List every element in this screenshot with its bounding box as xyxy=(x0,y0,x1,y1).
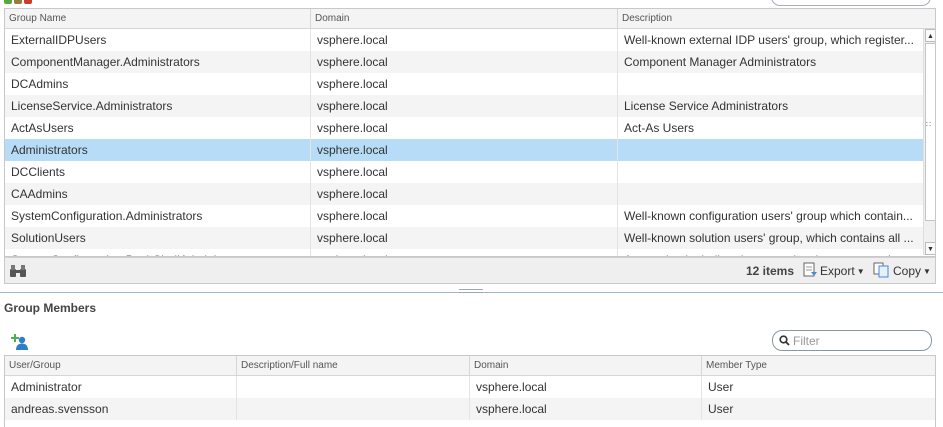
group-domain-cell: vsphere.local xyxy=(311,227,618,249)
toolbar-icons xyxy=(4,0,32,4)
member-description-cell xyxy=(237,376,470,398)
export-button[interactable]: Export ▼ xyxy=(802,262,865,280)
copy-button[interactable]: Copy ▼ xyxy=(873,262,931,280)
table-row[interactable]: ActAsUsers vsphere.local Act-As Users xyxy=(5,117,923,139)
items-count: 12 items xyxy=(746,264,795,278)
column-header-member-domain[interactable]: Domain xyxy=(470,356,702,376)
splitter-handle[interactable] xyxy=(459,289,483,293)
members-grid-body: Administrator vsphere.local User andreas.sv… xyxy=(5,376,935,420)
scroll-up-arrow-icon[interactable]: ▲ xyxy=(925,29,935,42)
group-description-cell xyxy=(618,161,923,183)
scroll-down-arrow-icon[interactable]: ▼ xyxy=(925,242,935,255)
edit-group-icon[interactable] xyxy=(14,0,22,4)
group-name-cell: SystemConfiguration.Administrators xyxy=(5,205,311,227)
group-name-cell: LicenseService.Administrators xyxy=(5,95,311,117)
group-description-cell xyxy=(618,139,923,161)
table-row[interactable]: CAAdmins vsphere.local xyxy=(5,183,923,205)
group-domain-cell: vsphere.local xyxy=(311,95,618,117)
scroll-grip-icon: ∷ xyxy=(926,120,932,129)
members-filter-input[interactable] xyxy=(793,333,925,348)
column-header-domain[interactable]: Domain xyxy=(311,9,618,29)
members-grid: User/Group Description/Full name Domain … xyxy=(4,355,936,427)
copy-icon xyxy=(873,262,889,278)
copy-label: Copy xyxy=(893,264,922,278)
add-member-icon[interactable] xyxy=(10,333,30,351)
export-chevron-down-icon: ▼ xyxy=(856,267,865,276)
group-domain-cell: vsphere.local xyxy=(311,73,618,95)
column-header-member-type[interactable]: Member Type xyxy=(702,356,935,376)
column-header-group-name[interactable]: Group Name xyxy=(5,9,311,29)
group-domain-cell: vsphere.local xyxy=(311,51,618,73)
table-row[interactable]: andreas.svensson vsphere.local User xyxy=(5,398,935,420)
group-name-cell: ExternalIDPUsers xyxy=(5,29,311,51)
member-description-cell xyxy=(237,398,470,420)
table-row[interactable]: ComponentManager.Administrators vsphere.l… xyxy=(5,51,923,73)
group-domain-cell: vsphere.local xyxy=(311,139,618,161)
table-row[interactable]: DCAdmins vsphere.local xyxy=(5,73,923,95)
group-name-cell: ActAsUsers xyxy=(5,117,311,139)
group-domain-cell: vsphere.local xyxy=(311,117,618,139)
group-description-cell xyxy=(618,73,923,95)
group-domain-cell: vsphere.local xyxy=(311,29,618,51)
member-user-cell: andreas.svensson xyxy=(5,398,237,420)
export-icon xyxy=(803,262,817,277)
group-description-cell: Component Manager Administrators xyxy=(624,55,817,69)
binoculars-icon[interactable] xyxy=(9,264,27,278)
group-name-cell: SolutionUsers xyxy=(5,227,311,249)
group-name-cell: CAAdmins xyxy=(5,183,311,205)
copy-chevron-down-icon: ▼ xyxy=(923,267,931,276)
members-filter[interactable] xyxy=(772,330,932,351)
group-description-cell: Well-known external IDP users' group, wh… xyxy=(624,33,914,47)
top-toolbar-strip xyxy=(0,0,943,8)
group-description-cell: Well-known solution users' group, which … xyxy=(624,231,914,245)
group-name-cell: SystemConfiguration.BashShellAdministrat… xyxy=(5,249,311,256)
table-row[interactable]: SystemConfiguration.Administrators vspher… xyxy=(5,205,923,227)
groups-grid-footer: 12 items Export ▼ Copy ▼ xyxy=(4,257,936,284)
group-description-cell: Access bash shell and manage local users… xyxy=(618,249,923,256)
search-icon xyxy=(779,335,790,346)
group-domain-cell: vsphere.local xyxy=(311,183,618,205)
groups-grid-scrollbar[interactable]: ▲ ∷ ▼ xyxy=(923,29,935,255)
table-row[interactable]: SolutionUsers vsphere.local Well-known sol… xyxy=(5,227,923,249)
groups-filter-input[interactable] xyxy=(771,0,931,6)
groups-grid: Group Name Domain Description ExternalID… xyxy=(4,8,936,257)
add-group-icon[interactable] xyxy=(4,0,12,4)
member-domain-cell: vsphere.local xyxy=(470,376,702,398)
column-header-description-full-name[interactable]: Description/Full name xyxy=(237,356,470,376)
groups-grid-header: Group Name Domain Description xyxy=(5,9,935,29)
table-row[interactable]: DCClients vsphere.local xyxy=(5,161,923,183)
members-grid-header: User/Group Description/Full name Domain … xyxy=(5,356,935,376)
pane-splitter[interactable] xyxy=(0,289,943,293)
group-description-cell xyxy=(618,183,923,205)
table-row[interactable]: Administrators vsphere.local xyxy=(5,139,923,161)
group-name-cell: DCAdmins xyxy=(5,73,311,95)
group-description-cell: Well-known configuration users' group wh… xyxy=(624,209,913,223)
group-description-cell: Act-As Users xyxy=(624,121,695,135)
member-domain-cell: vsphere.local xyxy=(470,398,702,420)
member-type-cell: User xyxy=(708,380,734,394)
member-user-cell: Administrator xyxy=(5,376,237,398)
group-domain-cell: vsphere.local xyxy=(311,205,618,227)
table-row[interactable]: SystemConfiguration.BashShellAdministrat… xyxy=(5,249,923,256)
table-row[interactable]: ExternalIDPUsers vsphere.local Well-known … xyxy=(5,29,923,51)
groups-grid-body: ExternalIDPUsers vsphere.local Well-known … xyxy=(5,29,923,256)
group-name-cell: ComponentManager.Administrators xyxy=(5,51,311,73)
table-row[interactable]: Administrator vsphere.local User xyxy=(5,376,935,398)
export-label: Export xyxy=(820,264,855,278)
group-domain-cell: vsphere.local xyxy=(311,161,618,183)
table-row[interactable]: LicenseService.Administrators vsphere.loc… xyxy=(5,95,923,117)
scrollbar-thumb[interactable] xyxy=(925,43,935,221)
group-members-title: Group Members xyxy=(4,301,97,315)
delete-group-icon[interactable] xyxy=(24,0,32,4)
group-name-cell: Administrators xyxy=(5,139,311,161)
group-domain-cell: vsphere.local xyxy=(311,249,618,256)
member-type-cell: User xyxy=(708,402,734,416)
group-name-cell: DCClients xyxy=(5,161,311,183)
group-description-cell: License Service Administrators xyxy=(624,99,789,113)
column-header-user-group[interactable]: User/Group xyxy=(5,356,237,376)
column-header-description[interactable]: Description xyxy=(618,9,935,29)
